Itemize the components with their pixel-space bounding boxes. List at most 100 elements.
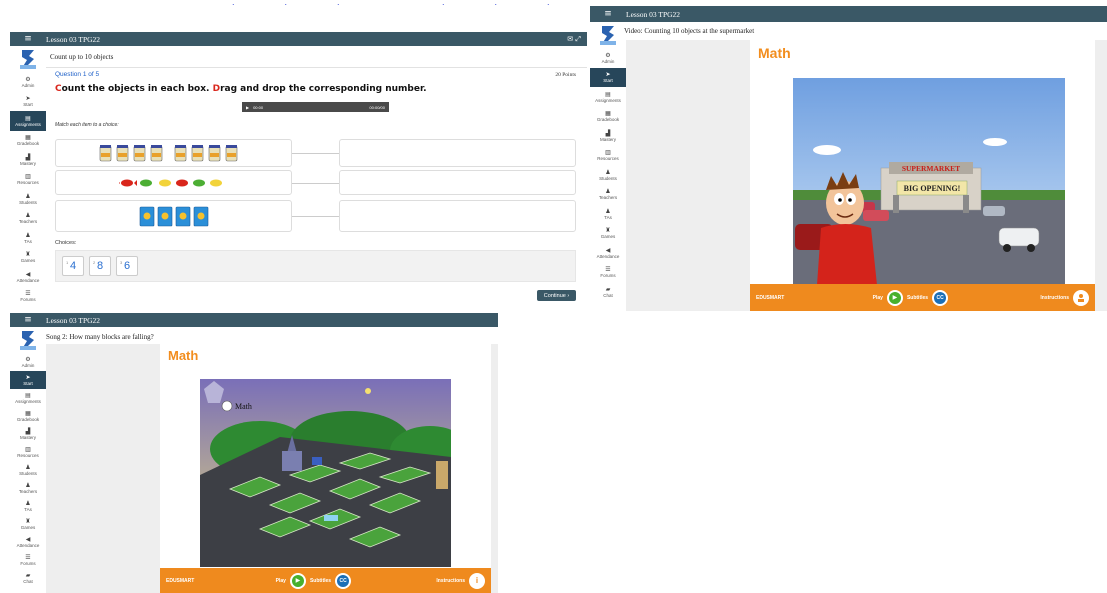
nav-label: Start (603, 78, 613, 84)
nav-item-attendance[interactable]: ◀ Attendance (10, 533, 46, 551)
nav-label: Admin (601, 58, 615, 64)
subtitles-button[interactable]: CC (335, 572, 352, 589)
play-button[interactable]: ▶ (886, 289, 903, 306)
person-icon: ♟ (605, 188, 611, 196)
nav-item-gradebook[interactable]: ▦ Gradebook (10, 407, 46, 425)
nav-item-games[interactable]: ♜ Games (10, 515, 46, 533)
drop-slot[interactable] (339, 200, 576, 232)
nav-item-students[interactable]: ♟ Students (590, 165, 626, 185)
nav-label: Assignments (15, 399, 41, 404)
person-icon: ♟ (25, 212, 31, 220)
subtitles-button[interactable]: CC (932, 289, 949, 306)
trophy-icon: ♜ (25, 251, 31, 259)
list-icon: ☰ (605, 266, 611, 274)
document-icon: ▤ (605, 90, 611, 98)
lesson-title: Lesson 03 TPG22 (46, 315, 101, 325)
nav-item-assignments[interactable]: ▤ Assignments (590, 87, 626, 107)
nav-item-resources[interactable]: ▥ Resources (10, 443, 46, 461)
instruction-letter-d: D (212, 84, 221, 94)
trophy-icon: ♜ (25, 518, 31, 525)
nav-item-start[interactable]: ➤ Start (10, 92, 46, 112)
connector-line (292, 153, 339, 154)
instructions-button[interactable] (1073, 289, 1090, 306)
match-item-boxes[interactable] (55, 200, 292, 232)
nav-item-chat[interactable]: ▰ Chat (590, 282, 626, 302)
nav-item-games[interactable]: ♜ Games (10, 248, 46, 268)
nav-item-teachers[interactable]: ♟ Teachers (10, 209, 46, 229)
content-left-gutter (46, 344, 160, 593)
nav-label: Forums (600, 273, 616, 279)
nav-item-tas[interactable]: ♟ TAs (10, 228, 46, 248)
nav-item-forums[interactable]: ☰ Forums (10, 287, 46, 307)
nav-item-mastery[interactable]: ▟ Mastery (10, 425, 46, 443)
supermarket-scene-image: SUPERMARKET BIG OPENING! (793, 78, 1065, 285)
nav-item-attendance[interactable]: ◀ Attendance (590, 243, 626, 263)
match-item-buckets[interactable] (55, 139, 292, 167)
nav-label: Chat (23, 579, 33, 584)
nav-item-mastery[interactable]: ▟ Mastery (590, 126, 626, 146)
folder-icon: ▥ (25, 173, 31, 181)
question-label: Question 1 of 5 (55, 71, 100, 78)
trophy-icon: ♜ (605, 227, 611, 235)
video-frame[interactable]: Math (200, 379, 451, 567)
top-bar: ≡ Lesson 03 TPG22 ✉ ⤢ (10, 32, 587, 46)
nav-item-tas[interactable]: ♟ TAs (10, 497, 46, 515)
nav-item-attendance[interactable]: ◀ Attendance (10, 267, 46, 287)
nav-item-start[interactable]: ➤ Start (590, 67, 626, 87)
nav-item-admin[interactable]: ⚙ Admin (590, 48, 626, 68)
nav-item-forums[interactable]: ☰ Forums (10, 551, 46, 569)
nav-item-assignments[interactable]: ▤ Assignments (10, 389, 46, 407)
nav-item-resources[interactable]: ▥ Resources (10, 170, 46, 190)
instructions-button[interactable]: i (469, 572, 486, 589)
nav-label: Assignments (595, 97, 621, 103)
nav-item-gradebook[interactable]: ▦ Gradebook (590, 107, 626, 127)
hamburger-menu-icon[interactable]: ≡ (10, 34, 46, 44)
nav-label: Students (599, 175, 617, 181)
nav-item-tas[interactable]: ♟ TAs (590, 204, 626, 224)
play-button[interactable]: ▶ (289, 572, 306, 589)
match-item-candies[interactable] (55, 170, 292, 195)
nav-item-students[interactable]: ♟ Students (10, 461, 46, 479)
instruction-letter-c: C (55, 84, 62, 94)
video-frame[interactable]: SUPERMARKET BIG OPENING! (793, 78, 1065, 285)
nav-item-admin[interactable]: ⚙ Admin (10, 72, 46, 92)
nav-item-teachers[interactable]: ♟ Teachers (10, 479, 46, 497)
nav-item-forums[interactable]: ☰ Forums (590, 263, 626, 283)
nav-item-games[interactable]: ♜ Games (590, 224, 626, 244)
nav-label: Mastery (599, 136, 616, 142)
nav-item-students[interactable]: ♟ Students (10, 189, 46, 209)
nav-label: Mastery (19, 160, 36, 166)
school-logo-icon (10, 46, 46, 72)
choice-chip[interactable]: 14 (62, 256, 84, 276)
nav-item-resources[interactable]: ▥ Resources (590, 146, 626, 166)
nav-item-assignments[interactable]: ▤ Assignments (10, 111, 46, 131)
nav-item-gradebook[interactable]: ▦ Gradebook (10, 131, 46, 151)
instruction-part1: ount the objects in each box. (61, 84, 213, 94)
continue-button[interactable]: Continue › (537, 290, 576, 301)
grid-icon: ▦ (25, 134, 31, 142)
nav-label: Mastery (19, 435, 36, 440)
play-icon[interactable]: ▶ (246, 105, 249, 110)
drop-slot[interactable] (339, 139, 576, 167)
nav-item-mastery[interactable]: ▟ Mastery (10, 150, 46, 170)
drop-slot[interactable] (339, 170, 576, 195)
nav-item-chat[interactable]: ▰ Chat (10, 569, 46, 587)
buckets-image (99, 144, 237, 162)
nav-label: Attendance (16, 277, 40, 283)
nav-item-start[interactable]: ➤ Start (10, 371, 46, 389)
panel-video-supermarket: ≡ Lesson 03 TPG22 ⚙ Admin ➤ Start ▤ Assignm… (590, 6, 1107, 311)
edusmart-logo: EDUSMART (756, 294, 785, 301)
cc-icon: CC (337, 574, 350, 587)
nav-item-admin[interactable]: ⚙ Admin (10, 353, 46, 371)
choice-chip[interactable]: 28 (89, 256, 111, 276)
nav-item-teachers[interactable]: ♟ Teachers (590, 185, 626, 205)
window-controls-icon[interactable]: ✉ ⤢ (567, 35, 587, 44)
nav-label: Chat (603, 292, 613, 298)
audio-player[interactable]: ▶ 00:00 00:00/00 (242, 102, 389, 112)
hamburger-menu-icon[interactable]: ≡ (10, 315, 46, 325)
nav-label: TAs (24, 507, 32, 512)
choice-chip[interactable]: 36 (116, 256, 138, 276)
opening-banner: BIG OPENING! (904, 184, 961, 193)
hamburger-menu-icon[interactable]: ≡ (590, 9, 626, 19)
folder-icon: ▥ (605, 149, 611, 157)
